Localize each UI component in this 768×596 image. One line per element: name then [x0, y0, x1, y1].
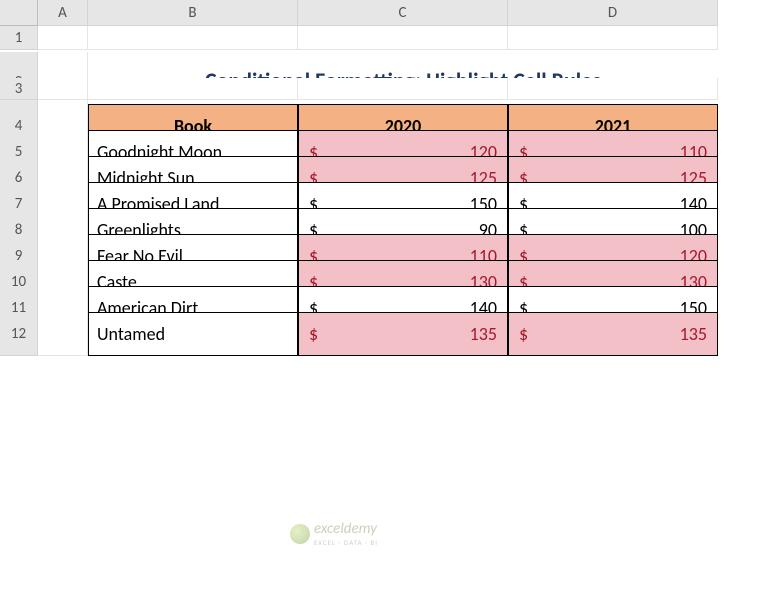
currency-sign: $	[519, 323, 528, 345]
cell-C3	[298, 78, 508, 100]
cell-C1	[298, 26, 508, 50]
col-header-C[interactable]: C	[298, 0, 508, 26]
cell-D3	[508, 78, 718, 100]
cell-A1	[38, 26, 88, 50]
cell-B1	[88, 26, 298, 50]
row-header-3[interactable]: 3	[0, 78, 38, 100]
amount: 135	[680, 323, 707, 345]
watermark-text: exceldemy	[314, 520, 377, 538]
value-2021[interactable]: $135	[508, 312, 718, 356]
watermark-sub: EXCEL · DATA · BI	[314, 538, 378, 547]
select-all-corner[interactable]	[0, 0, 38, 26]
col-header-B[interactable]: B	[88, 0, 298, 26]
cell-D1	[508, 26, 718, 50]
amount: 135	[470, 323, 497, 345]
value-2020[interactable]: $135	[298, 312, 508, 356]
cell-B3	[88, 78, 298, 100]
col-header-A[interactable]: A	[38, 0, 88, 26]
cell-A12	[38, 312, 88, 356]
row-header-12[interactable]: 12	[0, 312, 38, 356]
col-header-D[interactable]: D	[508, 0, 718, 26]
leaf-icon	[290, 524, 310, 544]
cell-A3	[38, 78, 88, 100]
currency-sign: $	[309, 323, 318, 345]
watermark-logo: exceldemy EXCEL · DATA · BI	[290, 520, 378, 547]
row-header-1[interactable]: 1	[0, 26, 38, 50]
book-cell[interactable]: Untamed	[88, 312, 298, 356]
